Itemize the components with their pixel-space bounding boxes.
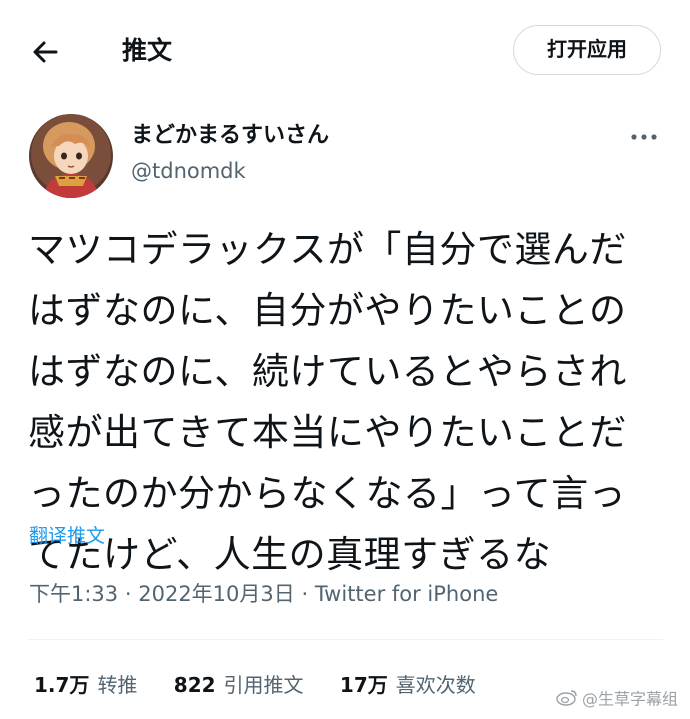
- meta-separator: ·: [301, 582, 309, 606]
- divider: [27, 639, 663, 640]
- tweet-source[interactable]: Twitter for iPhone: [315, 582, 499, 606]
- author-handle[interactable]: @tdnomdk: [131, 157, 246, 185]
- quotes-count: 822: [173, 673, 216, 697]
- engagement-stats: 1.7万 转推 822 引用推文 17万 喜欢次数: [34, 671, 506, 701]
- more-horizontal-icon: [631, 134, 657, 140]
- watermark: @生草字幕组: [556, 688, 678, 712]
- author-display-name[interactable]: まどかまるすいさん: [131, 121, 329, 151]
- likes-label: 喜欢次数: [395, 673, 476, 697]
- retweets-count: 1.7万: [34, 673, 90, 697]
- weibo-icon: [556, 688, 578, 712]
- likes-count: 17万: [339, 673, 388, 697]
- tweet-time[interactable]: 下午1:33: [29, 582, 118, 606]
- quotes-label: 引用推文: [223, 673, 304, 697]
- top-bar: 推文 打开应用: [0, 0, 690, 100]
- avatar[interactable]: [29, 114, 113, 198]
- quotes-stat[interactable]: 822 引用推文: [174, 671, 304, 699]
- meta-separator: ·: [124, 582, 132, 606]
- translate-tweet-link[interactable]: 翻译推文: [29, 523, 105, 549]
- tweet-meta: 下午1:33 · 2022年10月3日 · Twitter for iPhone: [29, 579, 498, 609]
- likes-stat[interactable]: 17万 喜欢次数: [340, 671, 476, 699]
- retweets-label: 转推: [97, 673, 138, 697]
- arrow-left-icon: [33, 41, 58, 63]
- page-title: 推文: [122, 36, 173, 65]
- tweet-text: マツコデラックスが「自分で選んだ はずなのに、自分がやりたいことの はずなのに、…: [28, 228, 627, 576]
- watermark-text: @生草字幕组: [582, 689, 679, 709]
- more-options-button[interactable]: [624, 122, 664, 152]
- open-app-button[interactable]: 打开应用: [513, 25, 661, 75]
- retweets-stat[interactable]: 1.7万 转推: [34, 671, 137, 699]
- back-button[interactable]: [26, 32, 66, 72]
- tweet-date[interactable]: 2022年10月3日: [138, 582, 295, 606]
